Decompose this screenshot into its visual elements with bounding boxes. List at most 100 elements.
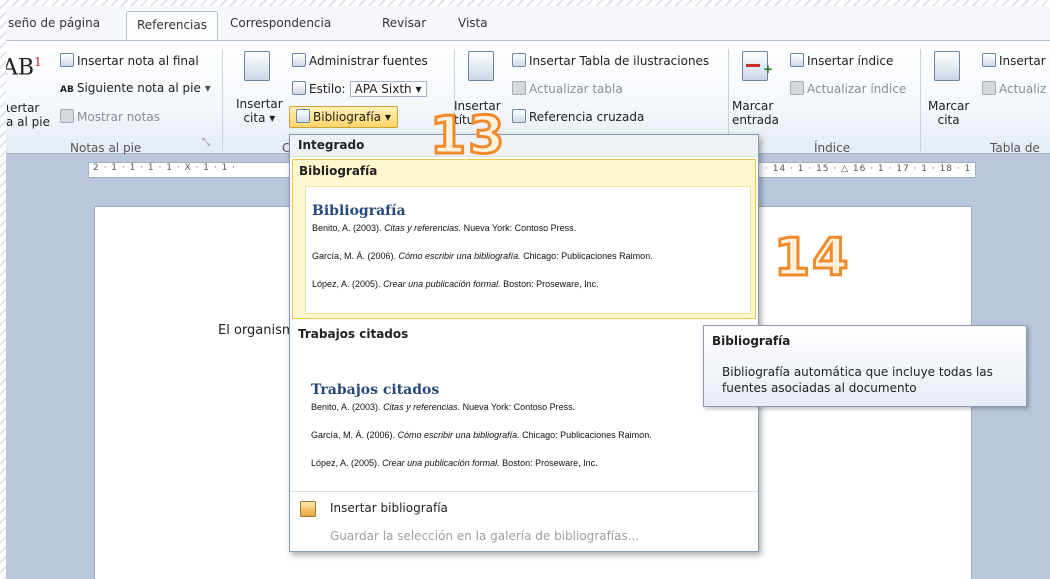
footnote-icon-text: AB [6, 55, 35, 81]
preview-reference: Benito, A. (2003). Citas y referencias. … [311, 402, 576, 412]
update-authorities-button[interactable]: Actualiz [982, 81, 1046, 96]
notes-dialog-launcher-icon[interactable]: ⤡ [202, 137, 210, 148]
mark-citation-icon [934, 51, 960, 81]
ruler-left-marks: 2 · 1 · 1 · 1 · 1 · X · 1 · 1 · [93, 163, 237, 173]
style-dropdown[interactable]: APA Sixth ▾ [349, 81, 427, 97]
update-authorities-label: Actualiz [999, 82, 1047, 96]
next-footnote-icon: AB [60, 85, 74, 95]
works-cited-preview: Trabajos citados Benito, A. (2003). Cita… [304, 351, 750, 479]
endnote-icon [60, 53, 74, 67]
insert-bibliography-icon [300, 501, 316, 517]
insert-index-label: Insertar índice [807, 54, 894, 68]
mark-entry-label-1: Marcar [732, 99, 774, 113]
show-notes-button[interactable]: Mostrar notas [60, 109, 160, 124]
preview-reference: Benito, A. (2003). Citas y referencias. … [312, 223, 577, 233]
preview-reference: López, A. (2005). Crear una publicación … [311, 458, 598, 468]
insert-citation-label-1: Insertar [236, 97, 283, 111]
insert-footnote-icon[interactable]: AB1 [6, 55, 42, 80]
manage-sources-button[interactable]: Administrar fuentes [292, 53, 428, 68]
update-authorities-icon [982, 81, 996, 95]
tab-references[interactable]: Referencias [126, 11, 218, 41]
insert-index-icon [790, 53, 804, 67]
style-value: APA Sixth [354, 82, 412, 96]
insert-endnote-button[interactable]: Insertar nota al final [60, 53, 199, 68]
gallery-item-bibliography[interactable]: Bibliografía Bibliografía Benito, A. (20… [292, 159, 756, 319]
bibliography-preview: Bibliografía Benito, A. (2003). Citas y … [305, 186, 751, 314]
tooltip-title: Bibliografía [712, 334, 791, 348]
tab-page-layout[interactable]: seño de página [8, 16, 100, 30]
step-callout-14: 14 [772, 227, 851, 290]
document-body-text: El organism [218, 323, 295, 338]
preview-reference: García, M. Á. (2006). Cómo escribir una … [311, 430, 652, 440]
ribbon-tab-bar: seño de página Referencias Correspondenc… [6, 6, 1050, 41]
table-of-figures-icon [512, 53, 526, 67]
group-label-notes: Notas al pie [70, 141, 142, 155]
style-selector: Estilo: APA Sixth ▾ [292, 81, 427, 97]
update-table-label: Actualizar tabla [529, 82, 623, 96]
update-table-button[interactable]: Actualizar tabla [512, 81, 623, 96]
insert-table-of-figures-label: Insertar Tabla de ilustraciones [529, 54, 710, 68]
manage-sources-icon [292, 53, 306, 67]
insert-bibliography-command[interactable]: Insertar bibliografía [330, 501, 448, 515]
mark-citation-button[interactable]: Marcar cita [928, 99, 969, 127]
manage-sources-label: Administrar fuentes [309, 54, 428, 68]
tooltip-description: Bibliografía automática que incluye toda… [722, 365, 993, 395]
update-index-label: Actualizar índice [807, 82, 907, 96]
ruler-right-marks: · 14 · 1 · 15 · △ 16 · 1 · 17 · 1 · 18 ·… [765, 164, 972, 174]
bibliography-button[interactable]: Bibliografía ▾ [289, 106, 398, 128]
insert-footnote-button[interactable]: ιertar a al pie [6, 101, 50, 129]
show-notes-icon [60, 109, 74, 123]
step-callout-13: 13 [428, 105, 507, 168]
tab-review[interactable]: Revisar [382, 16, 426, 30]
preview-heading: Bibliografía [312, 203, 406, 219]
style-label: Estilo: [309, 82, 346, 96]
insert-endnote-label: Insertar nota al final [77, 54, 199, 68]
mark-citation-label-2: cita [937, 113, 960, 127]
cross-reference-button[interactable]: Referencia cruzada [512, 109, 644, 124]
group-label-index: Índice [814, 141, 851, 155]
cross-reference-icon [512, 109, 526, 123]
preview-heading: Trabajos citados [311, 382, 440, 398]
mark-entry-button[interactable]: Marcar entrada [732, 99, 779, 127]
bibliography-icon [296, 109, 310, 123]
insert-authorities-label: Insertar [999, 54, 1046, 68]
mark-citation-label-1: Marcar [928, 99, 970, 113]
group-separator [222, 49, 223, 151]
preview-reference: García, M. Á. (2006). Cómo escribir una … [312, 251, 653, 261]
gallery-item-title: Trabajos citados [298, 327, 409, 341]
insert-citation-icon [244, 51, 270, 81]
insert-footnote-label-2: a al pie [6, 115, 51, 129]
insert-caption-icon [468, 51, 494, 81]
next-footnote-button[interactable]: AB Siguiente nota al pie ▾ [60, 81, 211, 95]
show-notes-label: Mostrar notas [77, 110, 160, 124]
style-icon [292, 81, 306, 95]
gallery-section-header: Integrado [290, 135, 758, 157]
save-selection-command[interactable]: Guardar la selección en la galería de bi… [330, 529, 639, 543]
insert-footnote-label-1: ιertar [6, 101, 40, 115]
menu-separator [290, 491, 758, 492]
insert-table-of-authorities-button[interactable]: Insertar [982, 53, 1046, 68]
tab-mailings[interactable]: Correspondencia [230, 16, 331, 30]
group-label-authorities: Tabla de [990, 141, 1040, 155]
insert-index-button[interactable]: Insertar índice [790, 53, 893, 68]
insert-table-of-figures-button[interactable]: Insertar Tabla de ilustraciones [512, 53, 709, 68]
update-index-icon [790, 81, 804, 95]
mark-entry-icon: + [742, 51, 773, 81]
insert-citation-button[interactable]: Insertar cita ▾ [236, 97, 283, 125]
tab-view[interactable]: Vista [458, 16, 488, 30]
insert-authorities-icon [982, 53, 996, 67]
update-table-icon [512, 81, 526, 95]
bibliography-button-label: Bibliografía [313, 110, 382, 124]
group-separator [920, 49, 921, 151]
cross-reference-label: Referencia cruzada [529, 110, 645, 124]
mark-entry-label-2: entrada [732, 113, 779, 127]
update-index-button[interactable]: Actualizar índice [790, 81, 906, 96]
gallery-item-works-cited[interactable]: Trabajos citados Trabajos citados Benito… [292, 325, 756, 485]
next-footnote-label: Siguiente nota al pie [76, 81, 201, 95]
insert-citation-label-2: cita [243, 111, 266, 125]
bibliography-tooltip: Bibliografía Bibliografía automática que… [703, 325, 1027, 407]
preview-reference: López, A. (2005). Crear una publicación … [312, 279, 599, 289]
bibliography-gallery-menu: Integrado Bibliografía Bibliografía Beni… [289, 134, 759, 552]
word-window: seño de página Referencias Correspondenc… [6, 6, 1050, 579]
footnote-icon-sup: 1 [34, 55, 42, 69]
